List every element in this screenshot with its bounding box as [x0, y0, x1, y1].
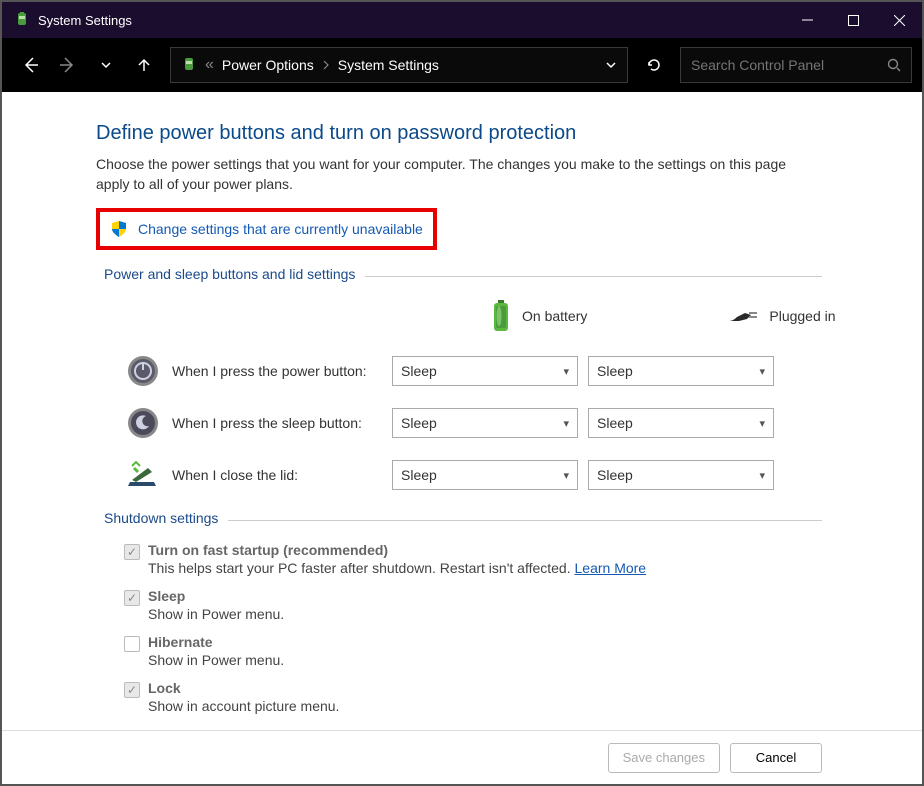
chevron-down-icon: ▾ — [759, 469, 765, 482]
change-settings-link[interactable]: Change settings that are currently unava… — [138, 221, 423, 237]
maximize-button[interactable] — [830, 2, 876, 38]
checkbox-label: Sleep — [148, 588, 284, 604]
cancel-button[interactable]: Cancel — [730, 743, 822, 773]
footer: Save changes Cancel — [2, 730, 922, 784]
power-button-row: When I press the power button: Sleep▾ Sl… — [96, 354, 922, 388]
battery-icon — [490, 298, 512, 334]
chevron-down-icon: ▾ — [563, 365, 569, 378]
breadcrumb-item[interactable]: System Settings — [338, 57, 439, 73]
checkbox-desc: Show in Power menu. — [148, 606, 284, 622]
sleep-button-battery-dropdown[interactable]: Sleep▾ — [392, 408, 578, 438]
fast-startup-checkbox[interactable] — [124, 544, 140, 560]
checkbox-label: Lock — [148, 680, 339, 696]
hibernate-row: Hibernate Show in Power menu. — [124, 634, 922, 676]
laptop-lid-icon — [126, 458, 160, 492]
close-lid-plugged-dropdown[interactable]: Sleep▾ — [588, 460, 774, 490]
checkbox-desc: Show in Power menu. — [148, 652, 284, 668]
plug-icon — [727, 307, 759, 325]
page-description: Choose the power settings that you want … — [96, 155, 796, 194]
titlebar: System Settings — [2, 2, 922, 38]
column-label: Plugged in — [769, 308, 835, 324]
power-button-plugged-dropdown[interactable]: Sleep▾ — [588, 356, 774, 386]
battery-column: On battery — [490, 298, 587, 334]
section-label: Power and sleep buttons and lid settings — [96, 266, 365, 282]
section-header: Shutdown settings — [96, 510, 822, 528]
setting-label: When I close the lid: — [172, 467, 392, 483]
checkbox-desc: This helps start your PC faster after sh… — [148, 560, 646, 576]
lock-row: Lock Show in account picture menu. — [124, 680, 922, 722]
chevron-down-icon: ▾ — [759, 417, 765, 430]
chevron-right-icon — [322, 60, 330, 70]
save-changes-button[interactable]: Save changes — [608, 743, 720, 773]
power-button-icon — [126, 354, 160, 388]
main-content: Define power buttons and turn on passwor… — [2, 92, 922, 730]
section-header: Power and sleep buttons and lid settings — [96, 266, 822, 284]
app-icon — [14, 12, 30, 28]
power-button-battery-dropdown[interactable]: Sleep▾ — [392, 356, 578, 386]
forward-button[interactable] — [50, 47, 86, 83]
section-label: Shutdown settings — [96, 510, 228, 526]
sleep-checkbox[interactable] — [124, 590, 140, 606]
refresh-button[interactable] — [636, 47, 672, 83]
navbar: « Power Options System Settings — [2, 38, 922, 92]
back-button[interactable] — [12, 47, 48, 83]
learn-more-link[interactable]: Learn More — [575, 560, 647, 576]
page-heading: Define power buttons and turn on passwor… — [96, 122, 922, 145]
plugged-column: Plugged in — [727, 307, 835, 325]
search-icon — [887, 58, 901, 72]
column-headers: On battery Plugged in — [490, 298, 922, 334]
sleep-button-plugged-dropdown[interactable]: Sleep▾ — [588, 408, 774, 438]
chevron-down-icon[interactable] — [605, 59, 617, 71]
hibernate-checkbox[interactable] — [124, 636, 140, 652]
address-icon — [181, 57, 197, 73]
checkbox-desc: Show in account picture menu. — [148, 698, 339, 714]
shield-icon — [110, 220, 128, 238]
up-button[interactable] — [126, 47, 162, 83]
window-title: System Settings — [38, 13, 784, 28]
fast-startup-row: Turn on fast startup (recommended) This … — [124, 542, 922, 584]
column-label: On battery — [522, 308, 587, 324]
minimize-button[interactable] — [784, 2, 830, 38]
close-button[interactable] — [876, 2, 922, 38]
breadcrumb-item[interactable]: Power Options — [222, 57, 314, 73]
setting-label: When I press the power button: — [172, 363, 392, 379]
search-box[interactable] — [680, 47, 912, 83]
chevron-down-icon: ▾ — [759, 365, 765, 378]
chevron-down-icon: ▾ — [563, 417, 569, 430]
highlighted-region: Change settings that are currently unava… — [96, 208, 437, 250]
setting-label: When I press the sleep button: — [172, 415, 392, 431]
close-lid-battery-dropdown[interactable]: Sleep▾ — [392, 460, 578, 490]
breadcrumb-prefix: « — [205, 56, 214, 74]
search-input[interactable] — [691, 57, 887, 73]
chevron-down-icon: ▾ — [563, 469, 569, 482]
close-lid-row: When I close the lid: Sleep▾ Sleep▾ — [96, 458, 922, 492]
checkbox-label: Hibernate — [148, 634, 284, 650]
sleep-button-row: When I press the sleep button: Sleep▾ Sl… — [96, 406, 922, 440]
sleep-row: Sleep Show in Power menu. — [124, 588, 922, 630]
recent-dropdown-button[interactable] — [88, 47, 124, 83]
checkbox-label: Turn on fast startup (recommended) — [148, 542, 646, 558]
address-bar[interactable]: « Power Options System Settings — [170, 47, 628, 83]
lock-checkbox[interactable] — [124, 682, 140, 698]
sleep-button-icon — [126, 406, 160, 440]
